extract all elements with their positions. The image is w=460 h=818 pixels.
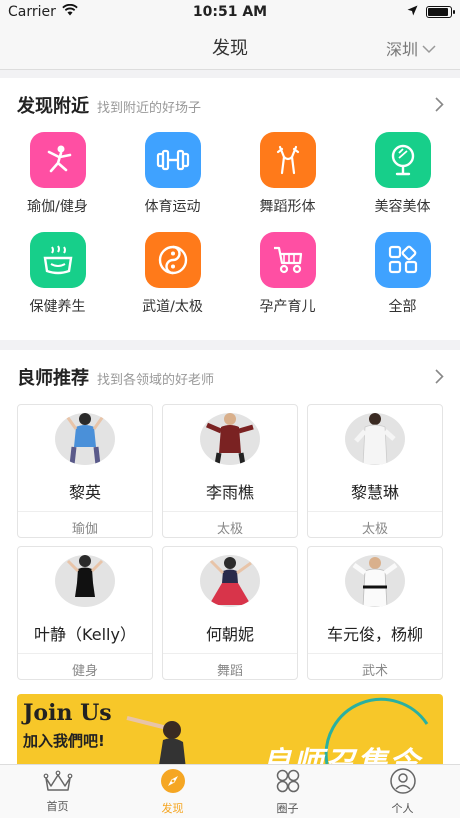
tab-discover[interactable]: 发现 — [115, 765, 230, 818]
wifi-icon — [62, 3, 78, 20]
teacher-field: 太极 — [216, 522, 243, 537]
status-time: 10:51 AM — [192, 4, 268, 20]
category-label: 孕产育儿 — [259, 299, 316, 315]
category-sports[interactable]: 体育运动 — [115, 132, 230, 232]
teacher-name: 李雨樵 — [205, 483, 254, 503]
nearby-header[interactable]: 发现附近 找到附近的好场子 — [0, 78, 460, 132]
teacher-card[interactable]: 李雨樵 太极 — [162, 404, 298, 538]
teacher-card[interactable]: 车元俊，杨柳 武术 — [307, 546, 443, 680]
status-bar: Carrier 10:51 AM — [0, 0, 460, 24]
category-label: 武道/太极 — [142, 299, 203, 315]
category-label: 全部 — [388, 299, 417, 315]
mirror-icon — [374, 132, 431, 188]
tab-label: 首页 — [46, 799, 69, 813]
teacher-name: 叶静（Kelly） — [34, 625, 136, 645]
chevron-right-icon[interactable] — [435, 97, 444, 116]
tab-home[interactable]: 首页 — [0, 765, 115, 818]
teacher-name: 黎英 — [68, 483, 101, 503]
category-parenting[interactable]: 孕产育儿 — [230, 232, 345, 332]
teachers-header[interactable]: 良师推荐 找到各领域的好老师 — [0, 350, 460, 404]
person-icon — [389, 767, 416, 798]
category-label: 瑜伽/健身 — [27, 199, 88, 215]
nav-bar: 发现 深圳 — [0, 24, 460, 70]
taiji-icon — [144, 232, 201, 288]
banner-join-text: Join Us — [23, 700, 112, 726]
teacher-grid: 黎英 瑜伽 李雨樵 太极 黎慧琳 太极 叶静（Kelly） 健身 何朝妮 舞蹈 … — [0, 404, 460, 692]
carrier-label: Carrier — [8, 4, 56, 20]
teacher-field: 瑜伽 — [71, 522, 98, 537]
category-all[interactable]: 全部 — [345, 232, 460, 332]
category-dance[interactable]: 舞蹈形体 — [230, 132, 345, 232]
all-grid-icon — [374, 232, 431, 288]
teachers-section: 良师推荐 找到各领域的好老师 黎英 瑜伽 李雨樵 太极 黎慧琳 太极 叶静（Ke… — [0, 350, 460, 808]
teachers-subtitle: 找到各领域的好老师 — [97, 373, 215, 388]
teacher-name: 黎慧琳 — [350, 483, 399, 503]
tab-label: 发现 — [161, 801, 184, 815]
crown-icon — [43, 770, 73, 796]
dance-icon — [259, 132, 316, 188]
avatar — [345, 413, 405, 466]
dumbbell-icon — [144, 132, 201, 188]
teacher-card[interactable]: 黎慧琳 太极 — [307, 404, 443, 538]
teacher-card[interactable]: 何朝妮 舞蹈 — [162, 546, 298, 680]
stroller-icon — [259, 232, 316, 288]
location-arrow-icon — [407, 4, 418, 20]
chevron-right-icon[interactable] — [435, 369, 444, 388]
teacher-name: 何朝妮 — [205, 625, 254, 645]
category-label: 美容美体 — [374, 199, 431, 215]
teacher-card[interactable]: 叶静（Kelly） 健身 — [17, 546, 153, 680]
category-health[interactable]: 保健养生 — [0, 232, 115, 332]
banner-join-cn: 加入我們吧! — [23, 732, 105, 750]
circles-icon — [275, 768, 301, 798]
avatar — [200, 555, 260, 608]
category-yoga[interactable]: 瑜伽/健身 — [0, 132, 115, 232]
category-martial[interactable]: 武道/太极 — [115, 232, 230, 332]
tab-bar: 首页 发现 圈子 个人 — [0, 764, 460, 818]
tab-label: 个人 — [391, 801, 414, 815]
nearby-subtitle: 找到附近的好场子 — [97, 101, 202, 116]
city-label: 深圳 — [385, 40, 418, 59]
city-selector[interactable]: 深圳 — [386, 36, 436, 60]
compass-icon — [160, 768, 186, 798]
category-grid: 瑜伽/健身 体育运动 舞蹈形体 美容美体 保健养生 武道/太极 孕产育儿 全部 — [0, 132, 460, 340]
teacher-field: 武术 — [361, 664, 388, 679]
teacher-field: 舞蹈 — [216, 664, 243, 679]
category-label: 舞蹈形体 — [259, 199, 316, 215]
teacher-field: 健身 — [71, 664, 98, 679]
nearby-title: 发现附近 — [17, 96, 89, 117]
battery-icon — [426, 6, 455, 18]
avatar — [200, 413, 260, 466]
avatar — [345, 555, 405, 608]
tab-profile[interactable]: 个人 — [345, 765, 460, 818]
avatar — [55, 555, 115, 608]
category-beauty[interactable]: 美容美体 — [345, 132, 460, 232]
category-label: 保健养生 — [29, 299, 86, 315]
page-title: 发现 — [212, 37, 248, 59]
yoga-icon — [29, 132, 86, 188]
chevron-down-icon — [422, 39, 436, 58]
avatar — [55, 413, 115, 466]
teachers-title: 良师推荐 — [17, 368, 89, 389]
tab-label: 圈子 — [276, 801, 299, 815]
teacher-name: 车元俊，杨柳 — [326, 625, 423, 645]
health-pot-icon — [29, 232, 86, 288]
tab-circles[interactable]: 圈子 — [230, 765, 345, 818]
teacher-field: 太极 — [361, 522, 388, 537]
teacher-card[interactable]: 黎英 瑜伽 — [17, 404, 153, 538]
nearby-section: 发现附近 找到附近的好场子 瑜伽/健身 体育运动 舞蹈形体 美容美体 保健养生 … — [0, 78, 460, 340]
category-label: 体育运动 — [144, 199, 201, 215]
